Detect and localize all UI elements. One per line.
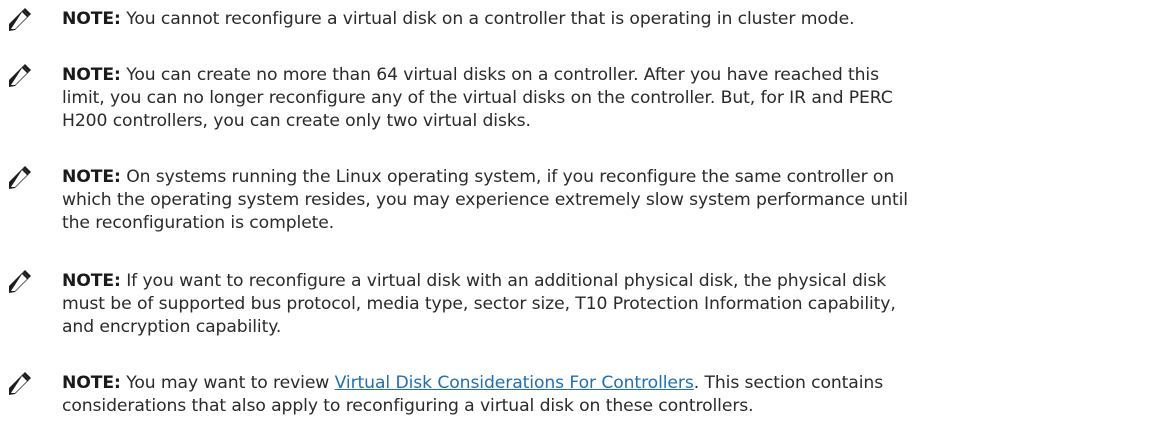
note-label: NOTE: bbox=[62, 9, 121, 29]
note-label: NOTE: bbox=[62, 167, 121, 187]
note-body: . This section contains bbox=[693, 373, 884, 393]
note-text: NOTE: If you want to reconfigure a virtu… bbox=[62, 270, 1142, 339]
note-text: NOTE: You can create no more than 64 vir… bbox=[62, 64, 1142, 133]
note-line: which the operating system resides, you … bbox=[62, 190, 908, 210]
note-text: NOTE: You may want to review Virtual Dis… bbox=[62, 372, 1142, 418]
note-line: must be of supported bus protocol, media… bbox=[62, 294, 896, 314]
note-line: NOTE: On systems running the Linux opera… bbox=[62, 166, 1142, 189]
note-body: If you want to reconfigure a virtual dis… bbox=[120, 271, 887, 291]
note-line: NOTE: You can create no more than 64 vir… bbox=[62, 64, 1142, 87]
note-body: On systems running the Linux operating s… bbox=[120, 167, 895, 187]
note-text: NOTE: On systems running the Linux opera… bbox=[62, 166, 1142, 235]
note-line: H200 controllers, you can create only tw… bbox=[62, 111, 531, 131]
note-label: NOTE: bbox=[62, 65, 121, 85]
note-line: NOTE: You may want to review Virtual Dis… bbox=[62, 372, 1142, 395]
note-body: You can create no more than 64 virtual d… bbox=[120, 65, 879, 85]
note-body: You cannot reconfigure a virtual disk on… bbox=[120, 9, 855, 29]
note-pencil-icon bbox=[6, 165, 32, 191]
note-line: considerations that also apply to reconf… bbox=[62, 396, 754, 416]
note-label: NOTE: bbox=[62, 373, 121, 393]
note-line: limit, you can no longer reconfigure any… bbox=[62, 88, 893, 108]
note-text: NOTE: You cannot reconfigure a virtual d… bbox=[62, 8, 1142, 31]
virtual-disk-considerations-link[interactable]: Virtual Disk Considerations For Controll… bbox=[335, 373, 694, 393]
note-pencil-icon bbox=[6, 269, 32, 295]
note-pencil-icon bbox=[6, 63, 32, 89]
note-body: You may want to review bbox=[120, 373, 335, 393]
note-pencil-icon bbox=[6, 7, 32, 33]
note-line: NOTE: If you want to reconfigure a virtu… bbox=[62, 270, 1142, 293]
note-line: the reconfiguration is complete. bbox=[62, 213, 335, 233]
note-label: NOTE: bbox=[62, 271, 121, 291]
note-line: NOTE: You cannot reconfigure a virtual d… bbox=[62, 8, 1142, 31]
note-pencil-icon bbox=[6, 371, 32, 397]
note-line: and encryption capability. bbox=[62, 317, 282, 337]
